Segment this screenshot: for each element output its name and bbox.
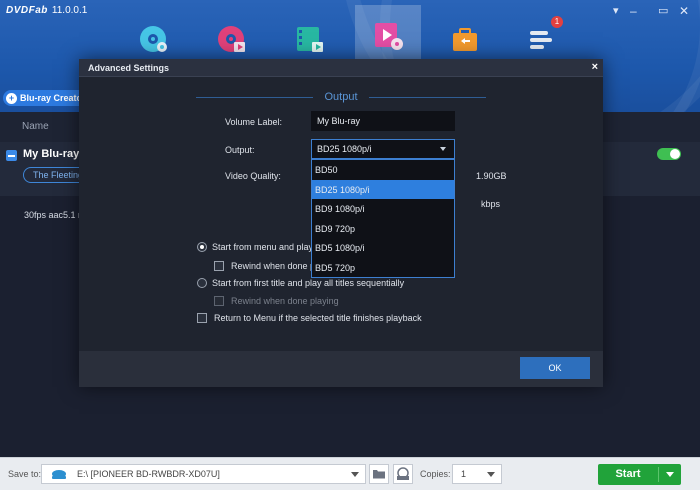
start-menu-label: Start from menu and play a — [212, 242, 321, 252]
save-to-label: Save to: — [8, 469, 42, 479]
column-name: Name — [22, 121, 49, 132]
return-menu-checkbox[interactable] — [197, 313, 207, 323]
rewind-label: Rewind when done p — [231, 261, 316, 271]
copies-value: 1 — [461, 469, 467, 479]
chevron-down-icon — [351, 472, 359, 477]
app-version: 11.0.0.1 — [51, 5, 88, 16]
settings-menu-icon[interactable]: ▾ — [613, 4, 619, 17]
output-option[interactable]: BD9 720p — [312, 219, 454, 239]
app-logo: DVDFab 11.0.0.1 — [6, 5, 87, 16]
add-icon: + — [6, 92, 17, 104]
creator-module-button[interactable] — [355, 5, 421, 67]
drive-icon — [52, 470, 66, 479]
video-creator-icon — [375, 23, 403, 50]
dialog-title: Advanced Settings — [88, 63, 170, 73]
chevron-down-icon — [440, 147, 446, 151]
video-quality-label: Video Quality: — [225, 171, 281, 181]
start-first-title-label: Start from first title and play all titl… — [212, 278, 405, 288]
maximize-icon[interactable]: ▭ — [658, 4, 668, 17]
disc-copy-icon — [140, 26, 167, 52]
close-window-icon[interactable]: ✕ — [679, 4, 689, 18]
title-checkbox[interactable] — [6, 150, 17, 161]
brand-name: DVDFab — [6, 5, 48, 16]
iso-button[interactable] — [393, 464, 413, 484]
start-options-chevron-icon[interactable] — [666, 472, 674, 477]
output-option[interactable]: BD50 — [312, 160, 454, 180]
return-menu-label: Return to Menu if the selected title fin… — [214, 313, 422, 323]
rewind-checkbox[interactable] — [214, 261, 224, 271]
start-menu-radio[interactable] — [197, 242, 207, 252]
audio-info: 30fps aac5.1 n — [24, 210, 82, 220]
output-option[interactable]: BD5 1080p/i — [312, 238, 454, 258]
rewind-sequential-checkbox — [214, 296, 224, 306]
copies-select[interactable]: 1 — [452, 464, 502, 484]
output-section-title: Output — [324, 91, 358, 103]
rewind-sequential-label: Rewind when done playing — [231, 296, 339, 306]
dialog-close-icon[interactable]: × — [592, 61, 598, 73]
output-select[interactable]: BD25 1080p/i — [311, 139, 455, 159]
creator-button-label: Blu-ray Creator — [20, 93, 86, 103]
start-first-title-radio[interactable] — [197, 278, 207, 288]
task-list-icon — [530, 31, 552, 49]
start-label: Start — [615, 468, 641, 480]
bottom-bar: Save to: E:\ [PIONEER BD-RWBDR-XD07U] Co… — [0, 457, 700, 490]
save-path: E:\ [PIONEER BD-RWBDR-XD07U] — [77, 469, 220, 479]
advanced-settings-dialog: Advanced Settings × Output Volume Label:… — [79, 59, 603, 387]
start-button[interactable]: Start — [598, 464, 681, 485]
ok-button[interactable]: OK — [520, 357, 590, 379]
save-to-select[interactable]: E:\ [PIONEER BD-RWBDR-XD07U] — [41, 464, 366, 484]
copies-label: Copies: — [420, 469, 451, 479]
bitrate-unit: kbps — [481, 199, 501, 209]
output-size: 1.90GB — [476, 171, 507, 181]
playback-section-title: P — [79, 222, 319, 234]
toolbox-icon — [453, 28, 477, 51]
title-name: My Blu-ray — [23, 148, 80, 160]
volume-label-input[interactable]: My Blu-ray — [311, 111, 455, 131]
minimize-icon[interactable]: – — [630, 4, 637, 18]
video-converter-icon — [297, 27, 323, 52]
output-label: Output: — [225, 145, 255, 155]
start-divider — [658, 467, 659, 482]
volume-label-label: Volume Label: — [225, 117, 283, 127]
output-option[interactable]: BD9 1080p/i — [312, 199, 454, 219]
output-option[interactable]: BD5 720p — [312, 258, 454, 278]
disc-ripper-icon — [218, 26, 245, 52]
output-selected-value: BD25 1080p/i — [317, 144, 372, 154]
folder-icon — [373, 470, 385, 479]
output-option[interactable]: BD25 1080p/i — [312, 179, 454, 200]
iso-icon — [397, 467, 409, 480]
browse-folder-button[interactable] — [369, 464, 389, 484]
output-dropdown-list[interactable]: BD50 BD25 1080p/i BD9 1080p/i BD9 720p BD5 1… — [311, 159, 455, 278]
dialog-title-bar: Advanced Settings × — [79, 59, 603, 77]
chevron-down-icon — [487, 472, 495, 477]
task-count-badge: 1 — [551, 16, 563, 28]
dialog-footer: OK — [79, 351, 603, 387]
title-toggle[interactable] — [657, 148, 681, 160]
